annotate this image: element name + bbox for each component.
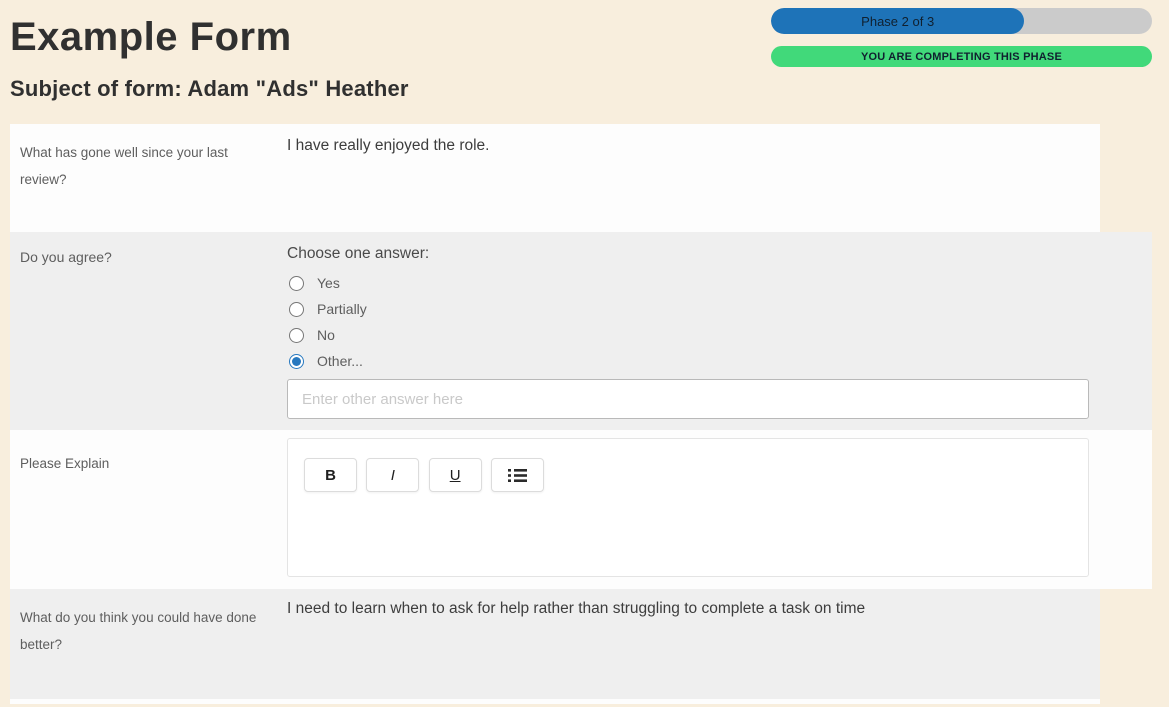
italic-button-label: I	[390, 466, 395, 484]
form-page: Example Form Phase 2 of 3 YOU ARE COMPLE…	[0, 0, 1169, 707]
answer-text: I need to learn when to ask for help rat…	[287, 600, 866, 617]
bold-button-label: B	[325, 466, 336, 484]
radio-option-label: Partially	[317, 301, 367, 317]
choose-answer-prompt: Choose one answer:	[287, 245, 430, 262]
underline-button[interactable]: U	[428, 458, 482, 492]
radio-option-label: Other...	[317, 353, 363, 369]
progress-fill: Phase 2 of 3	[771, 8, 1025, 34]
radio-option-label: Yes	[317, 275, 340, 291]
radio-input-other[interactable]	[289, 353, 304, 369]
progress-label: Phase 2 of 3	[861, 13, 935, 29]
rich-text-editor[interactable]: B I U	[287, 438, 1089, 577]
editor-column: B I U	[275, 430, 1152, 589]
other-answer-input[interactable]	[287, 379, 1089, 419]
phase-status-badge: YOU ARE COMPLETING THIS PHASE	[771, 46, 1152, 67]
radio-group: Choose one answer: Yes Partially No Othe…	[275, 232, 1152, 430]
form-row-done-better: What do you think you could have done be…	[10, 589, 1100, 699]
radio-input-no[interactable]	[289, 327, 304, 343]
radio-input-partially[interactable]	[289, 301, 304, 317]
radio-input-yes[interactable]	[289, 275, 304, 291]
bullet-list-button[interactable]	[490, 458, 544, 492]
question-label: Please Explain	[20, 456, 110, 471]
question-label: Do you agree?	[20, 249, 112, 265]
phase-status-label: YOU ARE COMPLETING THIS PHASE	[861, 50, 1062, 63]
radio-option[interactable]: No	[287, 322, 1152, 348]
answer-text: I have really enjoyed the role.	[287, 137, 490, 154]
form-subject: Subject of form: Adam "Ads" Heather	[10, 76, 409, 101]
radio-option[interactable]: Other...	[287, 348, 1152, 374]
form-row-partial	[10, 699, 1100, 704]
form-row-gone-well: What has gone well since your last revie…	[10, 124, 1100, 232]
radio-option[interactable]: Yes	[287, 270, 1152, 296]
radio-option[interactable]: Partially	[287, 296, 1152, 322]
radio-option-label: No	[317, 327, 335, 343]
form-row-please-explain: Please Explain B I U	[10, 430, 1152, 589]
bold-button[interactable]: B	[304, 458, 357, 492]
italic-button[interactable]: I	[366, 458, 420, 492]
question-label: What has gone well since your last revie…	[20, 145, 228, 187]
bullet-list-icon	[507, 468, 527, 483]
form-rows: What has gone well since your last revie…	[10, 124, 1169, 704]
form-row-do-you-agree: Do you agree? Choose one answer: Yes Par…	[10, 232, 1152, 430]
underline-button-label: U	[449, 466, 461, 484]
phase-progress: Phase 2 of 3 YOU ARE COMPLETING THIS PHA…	[771, 8, 1152, 67]
question-label: What do you think you could have done be…	[20, 610, 257, 652]
progress-track: Phase 2 of 3	[771, 8, 1152, 34]
